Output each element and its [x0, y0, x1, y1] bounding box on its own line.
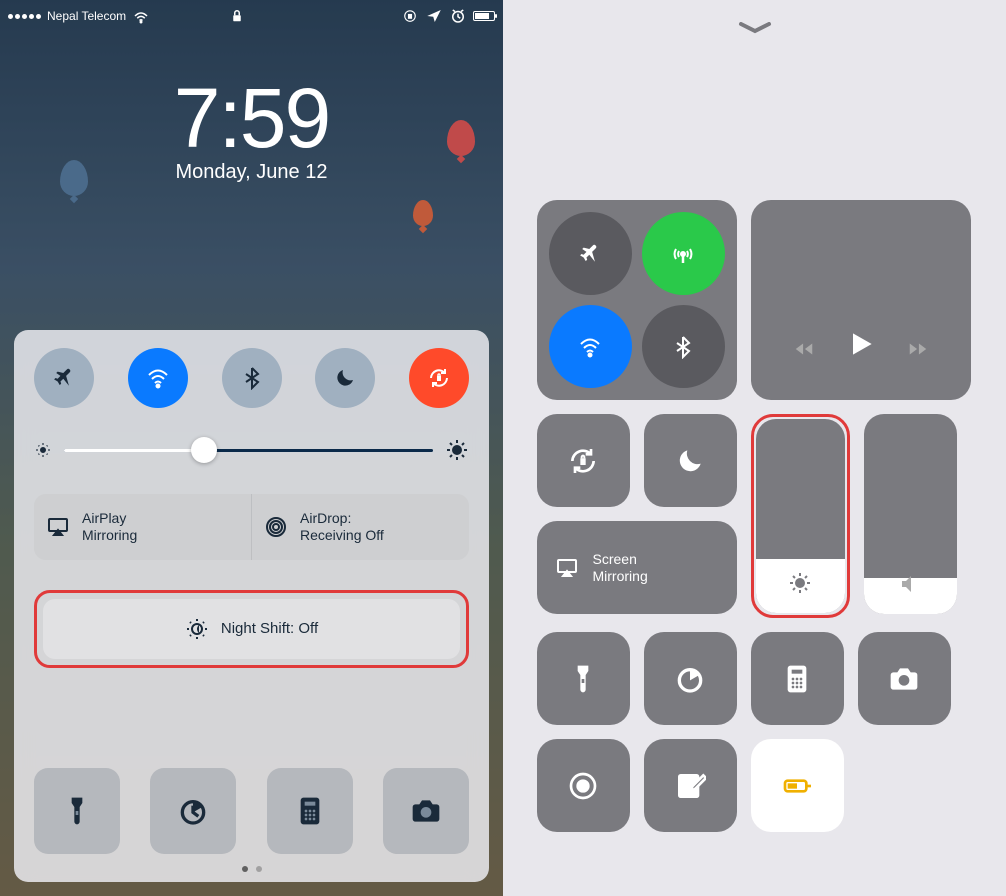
brightness-slider[interactable]	[756, 419, 845, 613]
camera-icon	[888, 663, 920, 695]
camera-icon	[410, 795, 442, 827]
wifi-toggle[interactable]	[128, 348, 188, 408]
mirror-label-1: Screen	[593, 551, 648, 568]
moon-icon	[333, 366, 357, 390]
airplane-icon	[52, 366, 76, 390]
camera-button[interactable]	[383, 768, 469, 854]
media-block[interactable]	[751, 200, 971, 400]
airplay-label-1: AirPlay	[82, 510, 137, 527]
wifi-icon	[578, 335, 602, 359]
carrier-label: Nepal Telecom	[47, 9, 126, 23]
play-icon[interactable]	[845, 328, 877, 360]
status-bar: Nepal Telecom	[0, 6, 503, 26]
airplay-button[interactable]: AirPlay Mirroring	[34, 494, 251, 560]
volume-slider[interactable]	[864, 414, 957, 614]
flashlight-button[interactable]	[537, 632, 630, 725]
bluetooth-icon	[240, 366, 264, 390]
battery-icon	[781, 770, 813, 802]
nightshift-label: Night Shift: Off	[221, 620, 318, 637]
screen-mirroring-button[interactable]: Screen Mirroring	[537, 521, 737, 614]
cellular-toggle[interactable]	[642, 212, 725, 295]
signal-dots-icon	[8, 14, 41, 19]
alarm-icon	[449, 7, 467, 25]
moon-icon	[674, 445, 706, 477]
control-center-ios11: Screen Mirroring	[537, 200, 973, 832]
brightness-icon	[788, 571, 812, 595]
compose-icon	[674, 770, 706, 802]
calculator-icon	[294, 795, 326, 827]
location-icon	[425, 7, 443, 25]
bluetooth-icon	[671, 335, 695, 359]
airdrop-button[interactable]: AirDrop: Receiving Off	[252, 494, 469, 560]
brightness-slider-row	[34, 438, 469, 462]
ios10-screen: Nepal Telecom 7:59 Monday, June 12	[0, 0, 503, 896]
mirror-label-2: Mirroring	[593, 568, 648, 585]
airdrop-label-2: Receiving Off	[300, 527, 384, 544]
ios11-screen: Screen Mirroring	[503, 0, 1006, 896]
timer-button[interactable]	[644, 632, 737, 725]
wifi-icon	[146, 366, 170, 390]
brightness-high-icon	[445, 438, 469, 462]
timer-icon	[674, 663, 706, 695]
nightshift-icon	[185, 617, 209, 641]
flashlight-icon	[61, 795, 93, 827]
airplane-icon	[578, 242, 602, 266]
brightness-highlight	[751, 414, 850, 618]
date-label: Monday, June 12	[0, 161, 503, 184]
rotation-lock-toggle[interactable]	[409, 348, 469, 408]
nightshift-highlight: Night Shift: Off	[34, 590, 469, 668]
airdrop-icon	[264, 515, 288, 539]
calculator-icon	[781, 663, 813, 695]
next-track-icon[interactable]	[907, 338, 929, 360]
nightshift-button[interactable]: Night Shift: Off	[43, 599, 460, 659]
chevron-down-icon[interactable]	[737, 22, 773, 34]
rotation-lock-icon	[427, 366, 451, 390]
connectivity-block	[537, 200, 737, 400]
airplay-icon	[46, 515, 70, 539]
battery-icon	[473, 11, 495, 21]
timer-icon	[177, 795, 209, 827]
lock-clock: 7:59 Monday, June 12	[0, 70, 503, 184]
bluetooth-toggle[interactable]	[642, 305, 725, 388]
airplane-toggle[interactable]	[549, 212, 632, 295]
flashlight-icon	[567, 663, 599, 695]
airplay-label-2: Mirroring	[82, 527, 137, 544]
rotation-lock-button[interactable]	[537, 414, 630, 507]
wifi-toggle[interactable]	[549, 305, 632, 388]
lock-icon	[228, 7, 246, 25]
wifi-icon	[132, 7, 150, 25]
page-indicator	[34, 866, 469, 872]
rotation-lock-icon	[567, 445, 599, 477]
cellular-icon	[671, 242, 695, 266]
control-center-ios10: AirPlay Mirroring AirDrop: Receiving Off…	[14, 330, 489, 882]
record-icon	[567, 770, 599, 802]
airplane-toggle[interactable]	[34, 348, 94, 408]
bluetooth-toggle[interactable]	[222, 348, 282, 408]
brightness-slider[interactable]	[64, 449, 433, 452]
camera-button[interactable]	[858, 632, 951, 725]
balloon-decoration	[413, 200, 433, 226]
dnd-toggle[interactable]	[315, 348, 375, 408]
airplay-icon	[555, 556, 579, 580]
timer-button[interactable]	[150, 768, 236, 854]
time-label: 7:59	[0, 70, 503, 167]
prev-track-icon[interactable]	[793, 338, 815, 360]
notes-button[interactable]	[644, 739, 737, 832]
toggle-row	[34, 348, 469, 408]
low-power-button[interactable]	[751, 739, 844, 832]
rotation-lock-icon	[401, 7, 419, 25]
dnd-button[interactable]	[644, 414, 737, 507]
airdrop-label-1: AirDrop:	[300, 510, 384, 527]
brightness-low-icon	[34, 441, 52, 459]
calculator-button[interactable]	[267, 768, 353, 854]
quick-action-row	[34, 768, 469, 854]
flashlight-button[interactable]	[34, 768, 120, 854]
volume-icon	[898, 572, 922, 596]
calculator-button[interactable]	[751, 632, 844, 725]
screen-record-button[interactable]	[537, 739, 630, 832]
share-row: AirPlay Mirroring AirDrop: Receiving Off	[34, 494, 469, 560]
